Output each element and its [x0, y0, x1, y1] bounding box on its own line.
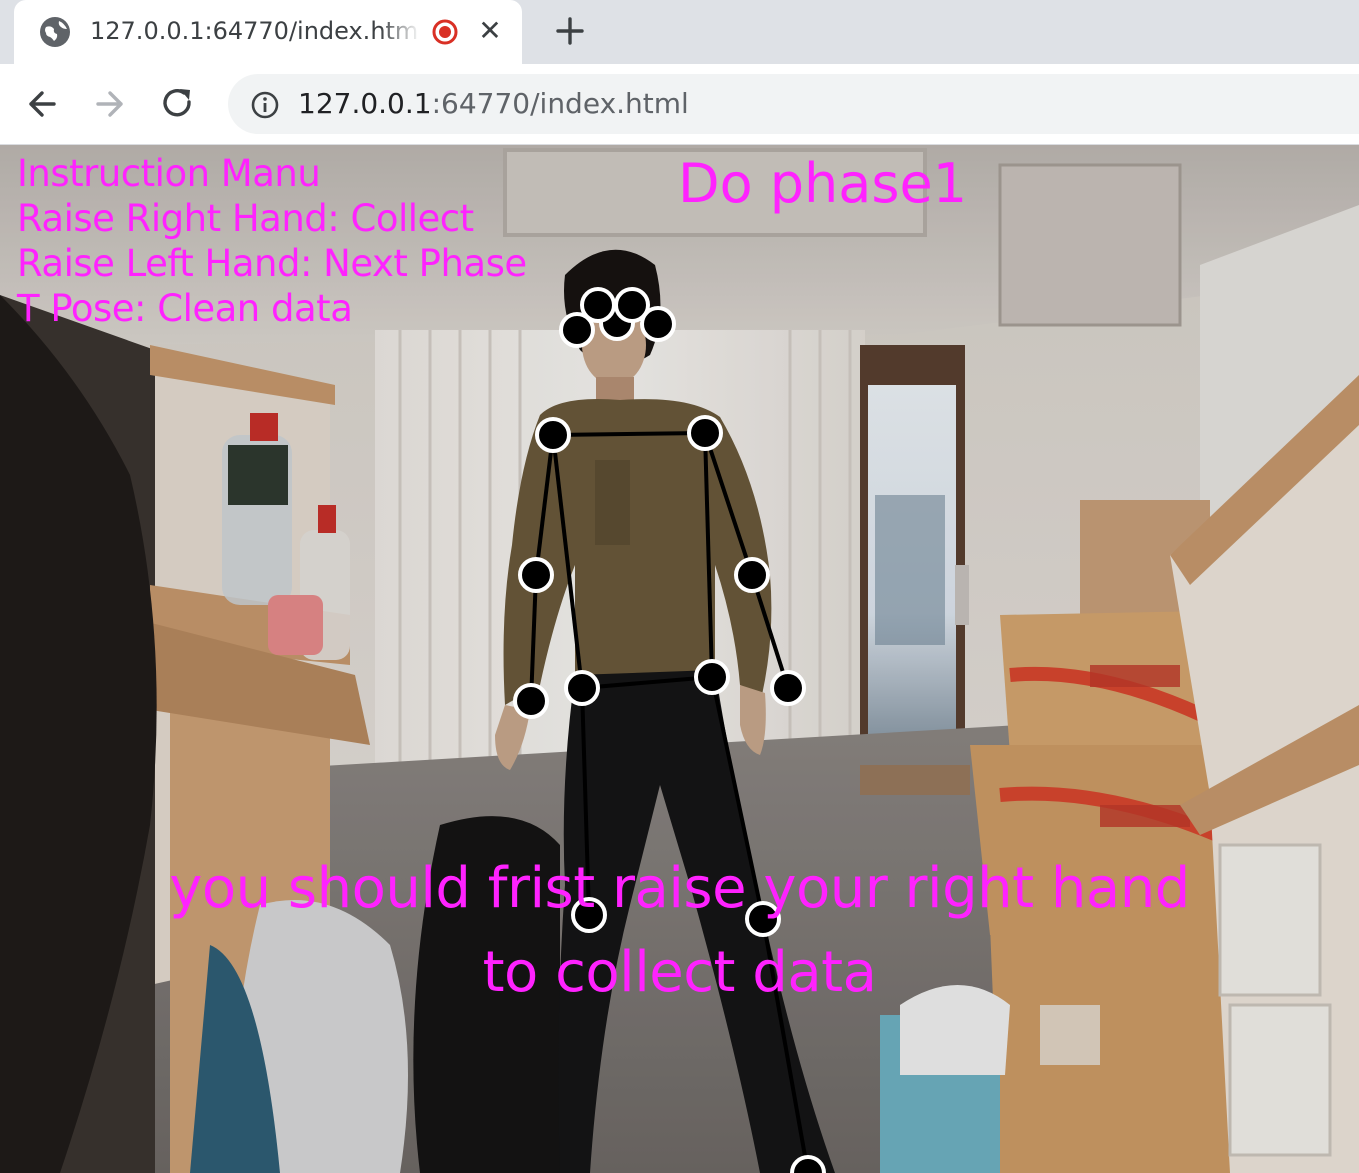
globe-icon — [40, 17, 70, 47]
reload-icon[interactable] — [154, 80, 202, 128]
keypoint-r_hip — [694, 659, 730, 695]
keypoint-r_elbow — [734, 557, 770, 593]
url-path: :64770/index.html — [431, 87, 689, 120]
keypoint-l_shoulder — [535, 417, 571, 453]
instruction-menu: Instruction Manu Raise Right Hand: Colle… — [17, 151, 527, 331]
skeleton-bone-l_elbow-l_wrist — [529, 574, 538, 702]
skeleton-bone-l_shoulder-l_elbow — [534, 434, 555, 576]
skeleton-bone-l_shoulder-l_hip — [551, 434, 584, 689]
skeleton-bone-r_shoulder-r_elbow — [703, 432, 754, 576]
browser-toolbar: 127.0.0.1:64770/index.html — [0, 64, 1359, 145]
webcam-canvas: Instruction Manu Raise Right Hand: Colle… — [0, 145, 1359, 1173]
browser-tab[interactable]: 127.0.0.1:64770/index.html ✕ — [14, 0, 522, 64]
recording-icon — [432, 19, 458, 45]
keypoint-l_wrist — [513, 683, 549, 719]
info-icon[interactable] — [250, 90, 280, 120]
guide-line-1: you should frist raise your right hand — [169, 856, 1190, 921]
close-icon[interactable]: ✕ — [472, 13, 508, 49]
keypoint-r_ankle — [790, 1155, 826, 1173]
keypoint-r_shoulder — [687, 415, 723, 451]
guide-message: you should frist raise your right hand t… — [0, 847, 1359, 1015]
keypoint-l_elbow — [518, 557, 554, 593]
guide-line-2: to collect data — [482, 940, 877, 1005]
back-icon[interactable] — [18, 80, 66, 128]
skeleton-bone-l_hip-r_hip — [581, 675, 713, 690]
keypoint-r_ear — [640, 306, 676, 342]
skeleton-bone-r_shoulder-r_hip — [703, 432, 714, 678]
keypoint-l_ear — [559, 312, 595, 348]
new-tab-icon[interactable] — [548, 10, 592, 52]
tab-title: 127.0.0.1:64770/index.html — [90, 17, 420, 45]
instruction-heading: Instruction Manu — [17, 152, 321, 195]
keypoint-l_hip — [564, 670, 600, 706]
skeleton-bone-l_shoulder-r_shoulder — [552, 431, 706, 437]
tab-strip: 127.0.0.1:64770/index.html ✕ — [0, 0, 1359, 64]
url-host: 127.0.0.1 — [298, 87, 432, 120]
instruction-item-next-phase: Raise Left Hand: Next Phase — [17, 242, 527, 285]
url-text[interactable]: 127.0.0.1:64770/index.html — [298, 84, 689, 124]
address-bar[interactable]: 127.0.0.1:64770/index.html — [228, 74, 1359, 134]
forward-icon[interactable] — [86, 80, 134, 128]
instruction-item-clean-data: T Pose: Clean data — [17, 287, 353, 330]
keypoint-r_wrist — [770, 670, 806, 706]
phase-title: Do phase1 — [678, 152, 968, 215]
instruction-item-collect: Raise Right Hand: Collect — [17, 197, 474, 240]
